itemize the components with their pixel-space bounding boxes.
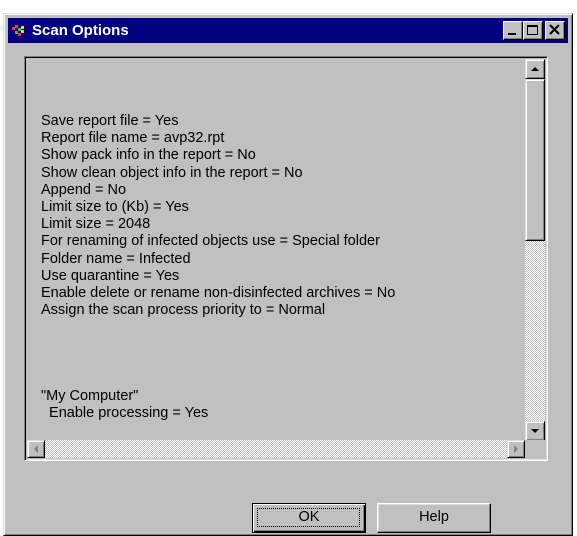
horizontal-scrollbar[interactable] <box>27 440 525 458</box>
arrow-down-icon <box>531 429 539 433</box>
help-button-label: Help <box>419 509 449 525</box>
maximize-button[interactable] <box>523 21 543 40</box>
report-line <box>41 319 395 336</box>
vertical-scrollbar[interactable] <box>525 59 545 441</box>
help-button[interactable]: Help <box>377 503 491 533</box>
report-line: Append = No <box>41 181 127 198</box>
title-bar[interactable]: Scan Options <box>8 18 568 43</box>
report-line: Save report file = Yes <box>41 113 179 129</box>
vertical-scroll-thumb[interactable] <box>525 79 545 241</box>
arrow-up-icon <box>531 67 539 71</box>
minimize-icon <box>508 33 516 35</box>
report-line <box>41 354 395 371</box>
report-line: Show clean object info in the report = N… <box>41 164 303 181</box>
report-line <box>41 336 395 353</box>
close-button[interactable] <box>545 21 565 40</box>
maximize-icon <box>527 25 538 35</box>
window-title: Scan Options <box>32 22 129 39</box>
scroll-right-button[interactable] <box>507 440 525 458</box>
report-line: Enable processing = Yes <box>41 405 209 422</box>
scroll-left-button[interactable] <box>27 440 45 458</box>
scroll-down-button[interactable] <box>525 421 545 441</box>
report-line: Report file name = avp32.rpt <box>41 130 225 147</box>
close-icon <box>549 24 560 35</box>
scrollbar-corner <box>525 440 545 458</box>
ok-button[interactable]: OK <box>252 503 366 533</box>
scan-options-window: Scan Options Save report file = Yes Repor… <box>3 13 573 536</box>
report-line: "My Computer" <box>41 388 139 404</box>
arrow-right-icon <box>514 445 518 453</box>
report-line: Assign the scan process priority to = No… <box>41 302 326 319</box>
arrow-left-icon <box>34 445 38 453</box>
report-line: Limit size = 2048 <box>41 216 151 233</box>
report-line <box>41 371 395 388</box>
kaspersky-app-icon <box>12 25 24 36</box>
report-line: Show pack info in the report = No <box>41 147 256 164</box>
scroll-up-button[interactable] <box>525 59 545 79</box>
report-line: Limit size to (Kb) = Yes <box>41 198 189 215</box>
scan-options-list[interactable]: Save report file = Yes Report file name =… <box>24 56 548 461</box>
report-line: For renaming of infected objects use = S… <box>41 233 380 250</box>
report-line: Enable delete or rename non-disinfected … <box>41 284 396 301</box>
ok-button-label: OK <box>298 509 320 525</box>
report-line: Folder name = Infected <box>41 250 191 267</box>
report-line: Use quarantine = Yes <box>41 267 180 284</box>
minimize-button[interactable] <box>503 21 523 40</box>
report-text: Save report file = Yes Report file name =… <box>41 113 395 422</box>
